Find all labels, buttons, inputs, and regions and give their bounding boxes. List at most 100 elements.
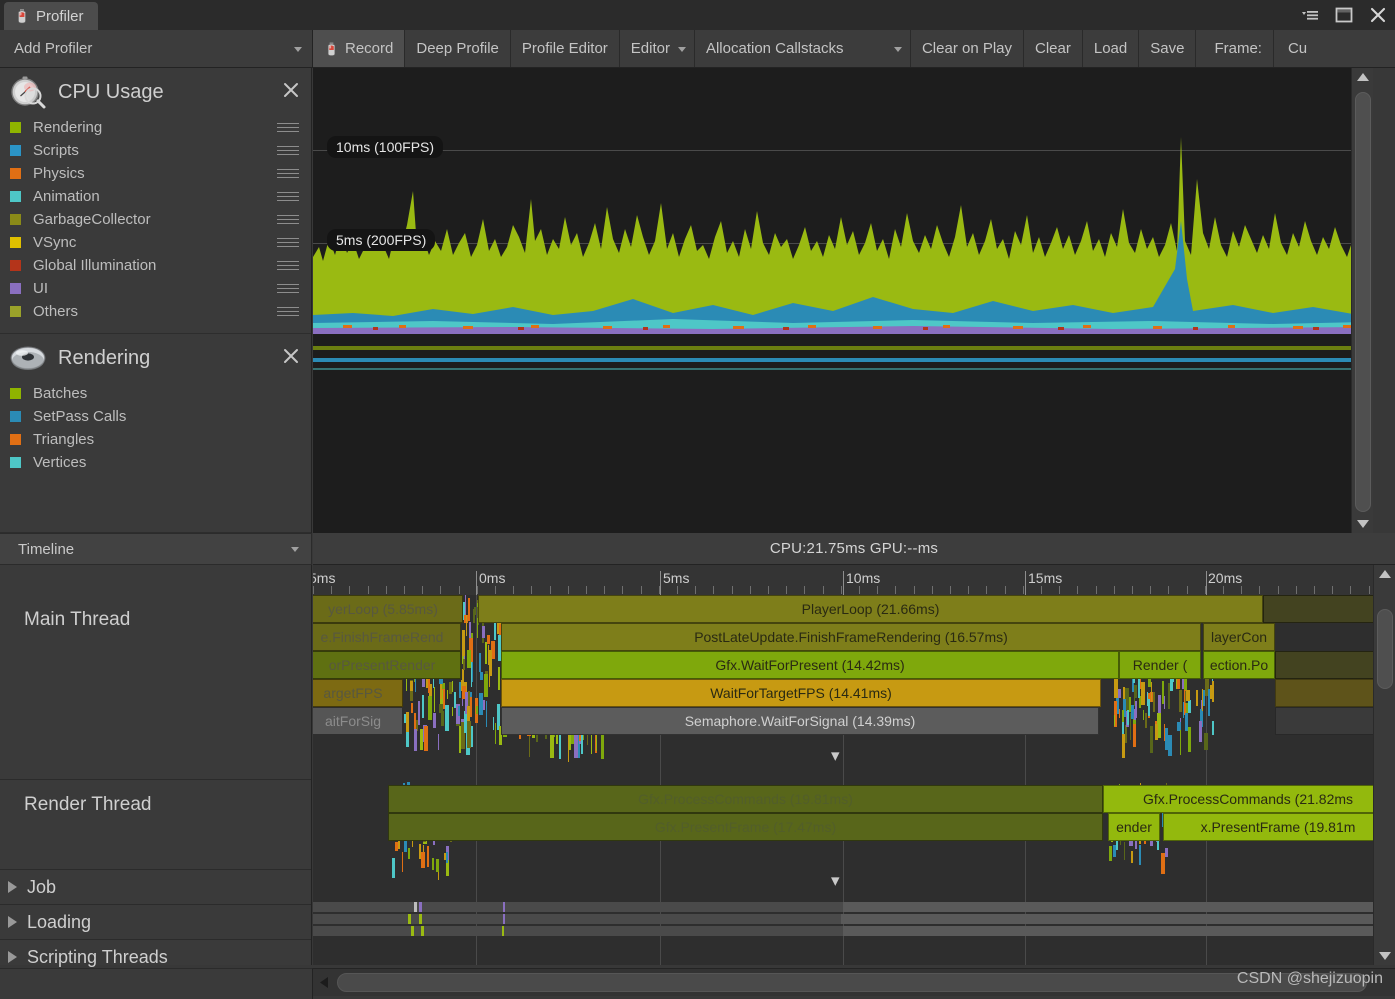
deep-profile-button[interactable]: Deep Profile	[405, 30, 511, 67]
profile-editor-button[interactable]: Profile Editor	[511, 30, 620, 67]
drag-handle-icon[interactable]	[277, 123, 299, 132]
expand-triangle-icon[interactable]	[8, 951, 17, 963]
legend-item-scripts[interactable]: Scripts	[0, 139, 311, 162]
save-button[interactable]: Save	[1139, 30, 1196, 67]
legend-item-vsync[interactable]: VSync	[0, 231, 311, 254]
timeline-bar-unlabeled[interactable]	[1275, 707, 1376, 735]
thread-row-job[interactable]: Job	[0, 870, 311, 905]
timeline-bar[interactable]: Gfx.PresentFrame (17.47ms)	[388, 813, 1103, 841]
timeline-bar[interactable]: yerLoop (5.85ms)	[313, 595, 463, 623]
profiler-tab[interactable]: Profiler	[4, 2, 98, 30]
expand-chevron-icon[interactable]: ▾	[831, 747, 840, 764]
timeline-bar[interactable]: Gfx.ProcessCommands (21.82ms	[1103, 785, 1393, 813]
thread-row-main-thread[interactable]: Main Thread	[0, 595, 311, 780]
timeline-bar[interactable]: Gfx.ProcessCommands (19.81ms)	[388, 785, 1103, 813]
drag-handle-icon[interactable]	[277, 146, 299, 155]
timeline-bar[interactable]: Render (	[1119, 651, 1201, 679]
timeline-bar[interactable]: Semaphore.WaitForSignal (14.39ms)	[501, 707, 1099, 735]
legend-item-vertices[interactable]: Vertices	[0, 451, 311, 474]
timeline-mode-dropdown[interactable]: Timeline	[0, 533, 312, 565]
legend-item-rendering[interactable]: Rendering	[0, 116, 311, 139]
add-profiler-dropdown[interactable]: Add Profiler	[0, 30, 313, 67]
timeline-ruler[interactable]: 5ms 0ms 5ms 10ms 15ms 20ms	[313, 565, 1395, 595]
load-button[interactable]: Load	[1083, 30, 1139, 67]
thread-row-loading[interactable]: Loading	[0, 905, 311, 940]
scrollbar-thumb[interactable]	[1355, 92, 1371, 512]
drag-handle-icon[interactable]	[277, 307, 299, 316]
timeline-bar[interactable]: WaitForTargetFPS (14.41ms)	[501, 679, 1101, 707]
module-cpu-usage[interactable]: CPU Usage Rendering Scripts	[0, 68, 311, 334]
legend-item-triangles[interactable]: Triangles	[0, 428, 311, 451]
graph-vertical-scrollbar[interactable]	[1351, 68, 1373, 533]
timeline-bar[interactable]: ection.Po	[1203, 651, 1275, 679]
timeline-bar[interactable]: aitForSig	[313, 707, 403, 735]
legend-item-garbagecollector[interactable]: GarbageCollector	[0, 208, 311, 231]
timeline-vertical-scrollbar[interactable]	[1373, 565, 1395, 965]
scroll-left-icon[interactable]	[313, 969, 335, 996]
scroll-down-icon[interactable]	[1374, 947, 1395, 965]
timeline-stats-text: CPU:21.75ms GPU:--ms	[770, 540, 938, 557]
legend-item-animation[interactable]: Animation	[0, 185, 311, 208]
frame-value[interactable]: Cu	[1274, 30, 1318, 67]
rendering-header[interactable]: Rendering	[0, 334, 311, 382]
legend-label: Triangles	[33, 431, 94, 448]
drag-handle-icon[interactable]	[277, 238, 299, 247]
timeline-bar[interactable]: PlayerLoop (21.66ms)	[478, 595, 1263, 623]
timeline-bar[interactable]: PostLateUpdate.FinishFrameRendering (16.…	[501, 623, 1201, 651]
scroll-up-icon[interactable]	[1352, 68, 1373, 86]
drag-handle-icon[interactable]	[277, 261, 299, 270]
expand-triangle-icon[interactable]	[8, 881, 17, 893]
timeline-bar[interactable]: e.FinishFrameRend	[313, 623, 461, 651]
legend-item-ui[interactable]: UI	[0, 277, 311, 300]
timeline-bar[interactable]: argetFPS	[313, 679, 403, 707]
legend-item-global-illumination[interactable]: Global Illumination	[0, 254, 311, 277]
legend-item-physics[interactable]: Physics	[0, 162, 311, 185]
cpu-usage-header[interactable]: CPU Usage	[0, 68, 311, 116]
drag-handle-icon[interactable]	[277, 284, 299, 293]
timeline-bar[interactable]: x.PresentFrame (19.81m	[1163, 813, 1393, 841]
record-button[interactable]: Record	[313, 30, 405, 67]
close-icon[interactable]	[281, 346, 301, 366]
record-label: Record	[345, 40, 393, 57]
module-rendering[interactable]: Rendering Batches SetPass Calls	[0, 334, 311, 533]
legend-item-others[interactable]: Others	[0, 300, 311, 323]
drag-handle-icon[interactable]	[277, 215, 299, 224]
timeline-bar[interactable]: Gfx.WaitForPresent (14.42ms)	[501, 651, 1119, 679]
scroll-up-icon[interactable]	[1374, 565, 1395, 583]
clear-on-play-button[interactable]: Clear on Play	[911, 30, 1024, 67]
cpu-usage-graph[interactable]: 10ms (100FPS) 5ms (200FPS)	[313, 68, 1365, 338]
legend-item-setpass-calls[interactable]: SetPass Calls	[0, 405, 311, 428]
timeline-bars[interactable]: yerLoop (5.85ms) PlayerLoop (21.66ms) e.…	[313, 595, 1395, 965]
timeline-bar[interactable]: orPresentRender	[313, 651, 461, 679]
window-menu-icon[interactable]	[1299, 4, 1321, 26]
timeline-bar-unlabeled[interactable]	[1275, 679, 1376, 707]
legend-label: VSync	[33, 234, 76, 251]
allocation-callstacks-dropdown[interactable]: Allocation Callstacks	[695, 30, 911, 67]
legend-label: SetPass Calls	[33, 408, 126, 425]
legend-label: Rendering	[33, 119, 102, 136]
timeline-horizontal-scrollbar[interactable]	[313, 968, 1395, 996]
close-icon[interactable]	[1367, 4, 1389, 26]
expand-chevron-icon[interactable]: ▾	[831, 872, 840, 889]
expand-triangle-icon[interactable]	[8, 916, 17, 928]
frame-label: Frame:	[1196, 30, 1274, 67]
scrollbar-thumb[interactable]	[337, 973, 1367, 992]
scrollbar-thumb[interactable]	[1377, 609, 1393, 689]
editor-target-dropdown[interactable]: Editor	[620, 30, 695, 67]
drag-handle-icon[interactable]	[277, 192, 299, 201]
close-icon[interactable]	[281, 80, 301, 100]
drag-handle-icon[interactable]	[277, 169, 299, 178]
timeline-canvas[interactable]: 5ms 0ms 5ms 10ms 15ms 20ms yerLoop (5.8	[313, 565, 1395, 965]
rendering-graph[interactable]	[313, 338, 1365, 533]
timeline-bar-unlabeled[interactable]	[1263, 595, 1376, 623]
timeline-bar[interactable]: layerCon	[1203, 623, 1275, 651]
maximize-icon[interactable]	[1333, 4, 1355, 26]
thread-label: Loading	[27, 912, 91, 933]
clear-button[interactable]: Clear	[1024, 30, 1083, 67]
thread-row-render-thread[interactable]: Render Thread	[0, 780, 311, 870]
rendering-legend: Batches SetPass Calls Triangles Vertices	[0, 382, 311, 474]
legend-item-batches[interactable]: Batches	[0, 382, 311, 405]
scroll-down-icon[interactable]	[1352, 515, 1373, 533]
timeline-bar[interactable]: ender	[1108, 813, 1160, 841]
timeline-bar-unlabeled[interactable]	[1275, 651, 1376, 679]
